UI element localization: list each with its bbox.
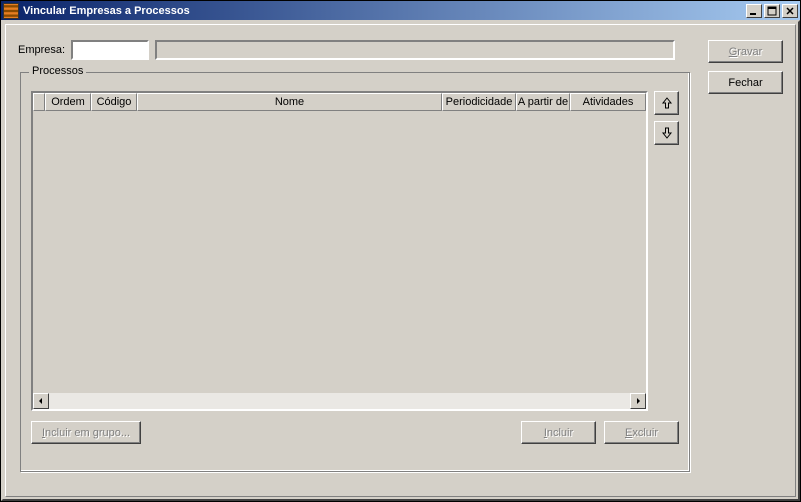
col-atividades[interactable]: Atividades [570,93,646,111]
grid-header: Ordem Código Nome Periodicidade A partir… [33,93,646,111]
col-periodicidade[interactable]: Periodicidade [442,93,516,111]
maximize-button[interactable] [764,4,780,18]
incluir-grupo-button[interactable]: Incluir em grupo... [31,421,141,444]
empresa-name-display [155,40,675,60]
col-codigo[interactable]: Código [91,93,137,111]
empresa-label: Empresa: [18,44,65,56]
move-down-button[interactable] [654,121,679,145]
titlebar: Vincular Empresas a Processos [1,1,800,20]
horizontal-scrollbar[interactable] [33,393,646,409]
move-up-button[interactable] [654,91,679,115]
scroll-left-icon[interactable] [33,393,49,409]
scroll-right-icon[interactable] [630,393,646,409]
incluir-button[interactable]: Incluir [521,421,596,444]
grid-body [33,111,646,393]
empresa-code-input[interactable] [71,40,149,60]
col-apartir[interactable]: A partir de [516,93,570,111]
titlebar-title: Vincular Empresas a Processos [23,5,746,17]
col-ordem[interactable]: Ordem [45,93,91,111]
minimize-button[interactable] [746,4,762,18]
groupbox-title: Processos [29,65,86,77]
scroll-track[interactable] [49,393,630,409]
gravar-button[interactable]: Gravar [708,40,783,63]
grid-corner [33,93,45,111]
app-icon [3,3,19,19]
close-button[interactable] [782,4,798,18]
excluir-button[interactable]: Excluir [604,421,679,444]
processos-grid[interactable]: Ordem Código Nome Periodicidade A partir… [31,91,648,411]
fechar-button[interactable]: Fechar [708,71,783,94]
processos-groupbox: Processos Ordem Código Nome Periodicidad… [20,72,690,472]
col-nome[interactable]: Nome [137,93,442,111]
